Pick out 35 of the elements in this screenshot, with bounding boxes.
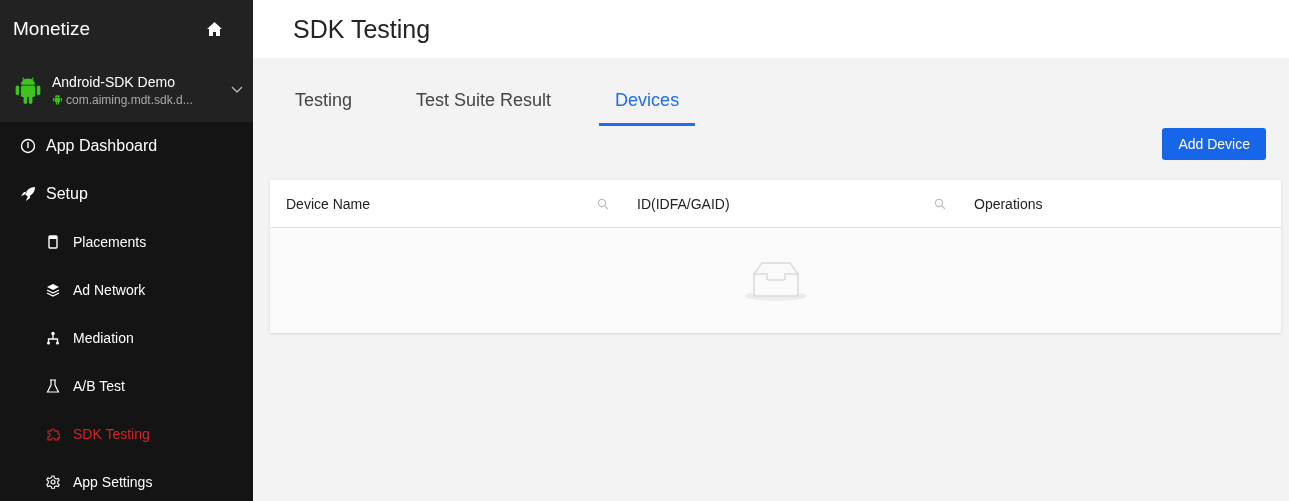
phone-icon bbox=[46, 235, 60, 249]
empty-inbox-icon bbox=[743, 259, 808, 302]
tab[interactable]: Testing bbox=[279, 78, 369, 126]
layers-icon bbox=[46, 283, 60, 297]
nav-item[interactable]: Ad Network bbox=[0, 266, 253, 314]
add-device-button[interactable]: Add Device bbox=[1162, 128, 1266, 160]
column-header: Device Name bbox=[286, 195, 371, 212]
column-header: Operations bbox=[974, 195, 1043, 212]
tab[interactable]: Test Suite Result bbox=[400, 78, 568, 126]
app-name: Android-SDK Demo bbox=[52, 73, 176, 90]
nav-item[interactable]: App Dashboard bbox=[0, 122, 253, 170]
search-icon[interactable] bbox=[934, 197, 946, 210]
nav-item[interactable]: Placements bbox=[0, 218, 253, 266]
home-icon[interactable] bbox=[206, 21, 223, 37]
search-icon[interactable] bbox=[597, 197, 609, 210]
package-name: com.aiming.mdt.sdk.d... bbox=[66, 92, 193, 107]
android-icon bbox=[52, 94, 63, 105]
puzzle-icon bbox=[46, 427, 60, 441]
page-title: SDK Testing bbox=[293, 14, 431, 44]
chevron-down-icon bbox=[231, 86, 243, 94]
hierarchy-icon bbox=[46, 331, 60, 345]
app-selector[interactable]: Android-SDK Demo com.aiming.mdt.sdk.d... bbox=[0, 58, 253, 122]
flask-icon bbox=[46, 379, 60, 393]
brand-name: Monetize bbox=[13, 18, 91, 40]
column-header: ID(IDFA/GAID) bbox=[637, 195, 730, 212]
gear-icon bbox=[46, 475, 60, 489]
nav-item[interactable]: SDK Testing bbox=[0, 410, 253, 458]
info-icon bbox=[20, 138, 36, 154]
nav-item[interactable]: Setup bbox=[0, 170, 253, 218]
tab[interactable]: Devices bbox=[599, 78, 696, 126]
nav-item[interactable]: App Settings bbox=[0, 458, 253, 501]
nav-item[interactable]: Mediation bbox=[0, 314, 253, 362]
android-icon bbox=[13, 75, 43, 105]
rocket-icon bbox=[20, 186, 36, 202]
nav-item[interactable]: A/B Test bbox=[0, 362, 253, 410]
